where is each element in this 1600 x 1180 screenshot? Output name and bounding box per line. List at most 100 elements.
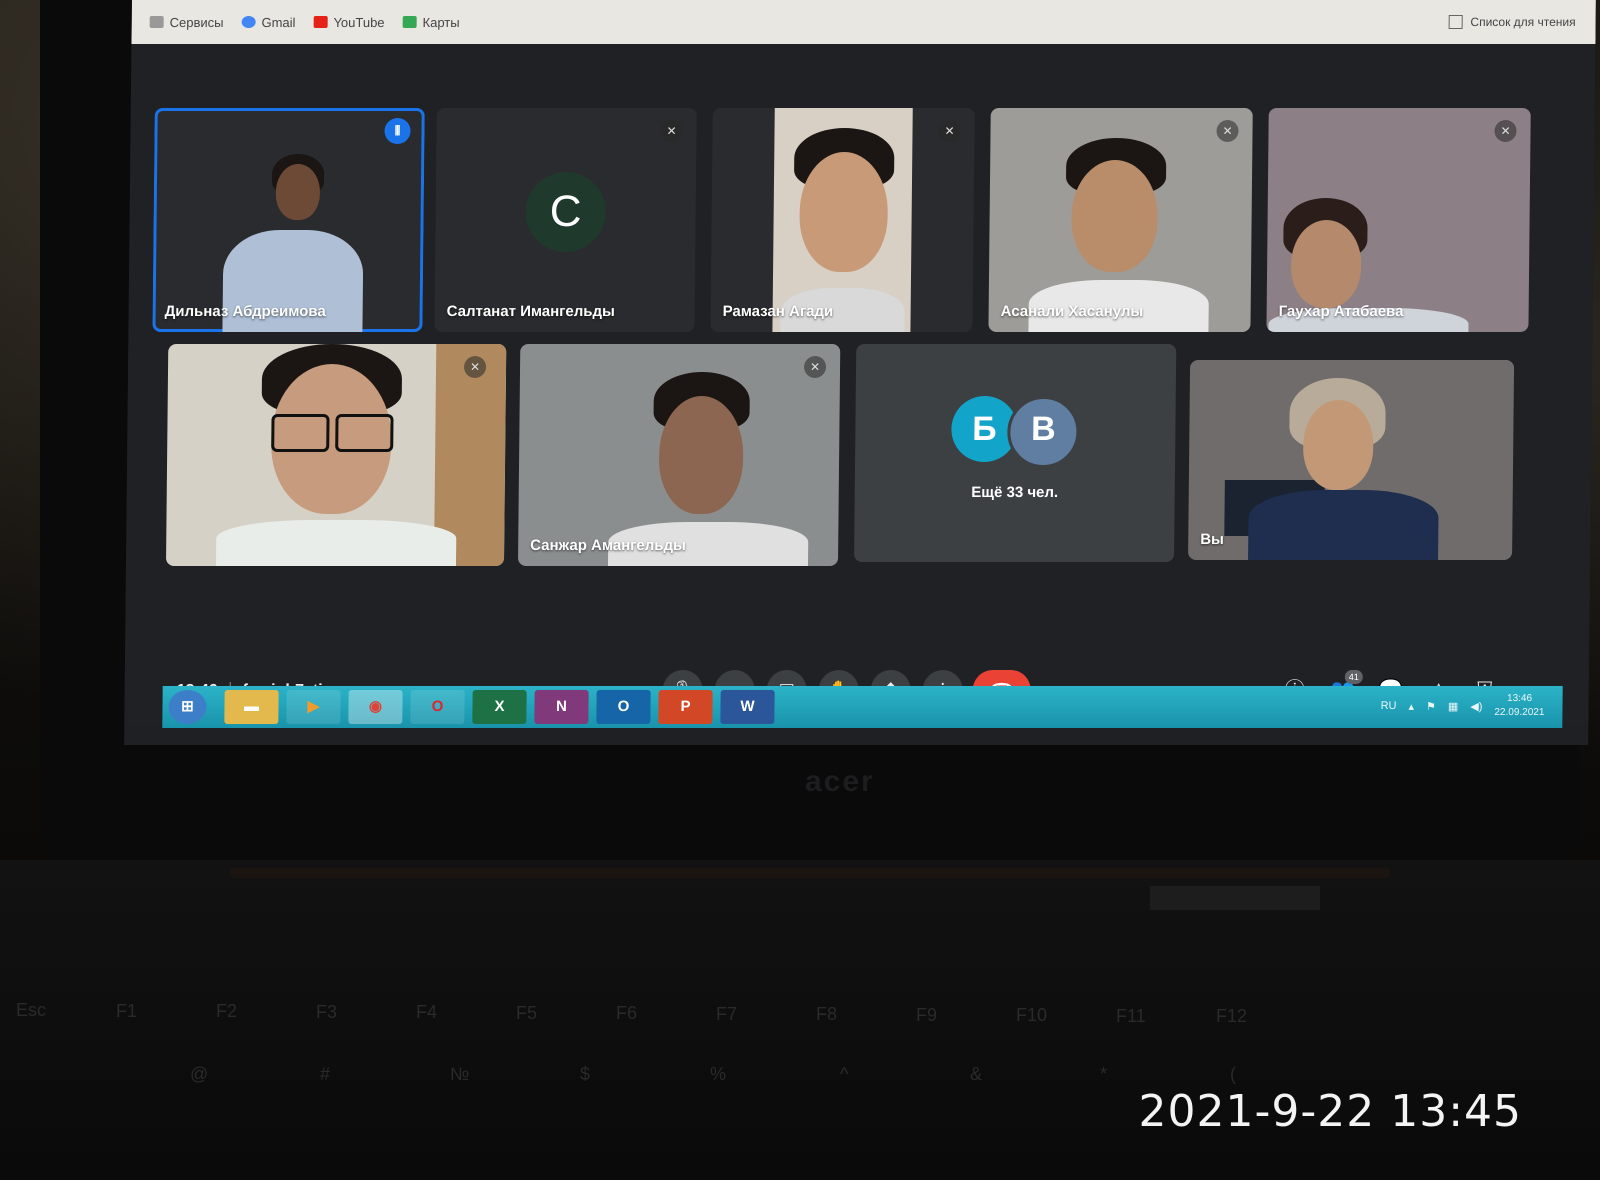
- avatar: В: [1006, 396, 1080, 468]
- participant-name: Гаухар Атабаева: [1278, 303, 1404, 320]
- onenote-icon: N: [555, 698, 568, 715]
- volume-icon[interactable]: ◀): [1470, 700, 1482, 713]
- laptop-logo: acer: [805, 765, 875, 798]
- tray-clock[interactable]: 13:46 22.09.2021: [1494, 692, 1544, 720]
- mic-off-icon: ✕: [660, 120, 683, 142]
- key-symbol: %: [710, 1064, 727, 1084]
- youtube-icon: [313, 16, 328, 28]
- key-f5: F5: [516, 1002, 538, 1023]
- excel-taskbar-button[interactable]: X: [472, 690, 527, 724]
- opera-icon: O: [431, 698, 444, 715]
- hinge: [230, 868, 1390, 878]
- chrome-icon: ◉: [368, 698, 383, 715]
- bookmark-youtube[interactable]: YouTube: [313, 14, 385, 30]
- participant-tile[interactable]: С ✕ Салтанат Имангельды: [434, 108, 697, 332]
- laptop-bezel: Сервисы Gmail YouTube Карты Список для ч…: [40, 0, 1596, 860]
- participant-tile[interactable]: ✕ Асанали Хасанулы: [988, 108, 1253, 332]
- reading-list-label: Список для чтения: [1470, 15, 1576, 29]
- powerpoint-taskbar-button[interactable]: P: [658, 690, 713, 724]
- windows-taskbar: ⊞ ▬ ▶ ◉ O X N O P W RU ▴ ⚑ ▦ ◀) 13:46 22…: [162, 686, 1563, 728]
- folder-icon: ▬: [243, 698, 260, 715]
- google-g-icon: [241, 16, 256, 28]
- mic-off-icon: ✕: [1216, 120, 1239, 142]
- key-symbol: &: [970, 1064, 983, 1084]
- bookmark-label: Карты: [422, 14, 460, 30]
- word-taskbar-button[interactable]: W: [720, 690, 775, 724]
- key-symbol: №: [450, 1064, 470, 1084]
- participant-name: Санжар Амангельды: [530, 537, 686, 554]
- key-f11: F11: [1116, 1005, 1146, 1026]
- key-f6: F6: [616, 1003, 638, 1023]
- key-f12: F12: [1216, 1006, 1248, 1026]
- key-symbol: $: [580, 1064, 591, 1084]
- explorer-taskbar-button[interactable]: ▬: [224, 690, 279, 724]
- participant-tile[interactable]: ✕ Санжар Амангельды: [517, 344, 841, 566]
- participant-count-badge: 41: [1344, 670, 1363, 684]
- key-f8: F8: [816, 1004, 838, 1024]
- participant-tile[interactable]: ✕: [165, 344, 507, 566]
- reading-list-button[interactable]: Список для чтения: [1448, 15, 1576, 29]
- bookmark-label: YouTube: [333, 14, 385, 30]
- key-esc: Esc: [16, 1000, 47, 1020]
- onenote-taskbar-button[interactable]: N: [534, 690, 589, 724]
- tray-date: 22.09.2021: [1494, 707, 1545, 718]
- participant-name: Рамазан Агади: [722, 303, 834, 320]
- more-participants-tile[interactable]: Б В Ещё 33 чел.: [854, 344, 1177, 562]
- meet-stage: ⦀ Дильназ Абдреимова С ✕ Салтанат Иманге…: [124, 44, 1596, 724]
- flag-icon[interactable]: ⚑: [1426, 700, 1436, 713]
- key-f3: F3: [316, 1001, 338, 1022]
- laptop-screen: Сервисы Gmail YouTube Карты Список для ч…: [124, 0, 1596, 745]
- outlook-taskbar-button[interactable]: O: [596, 690, 651, 724]
- key-f7: F7: [716, 1003, 738, 1024]
- network-icon[interactable]: ▦: [1448, 700, 1459, 713]
- reading-list-icon: [1448, 15, 1463, 29]
- word-icon: W: [740, 698, 755, 715]
- mic-off-icon: ✕: [463, 356, 487, 378]
- key-f1: F1: [116, 1000, 138, 1021]
- participant-name: Дильназ Абдреимова: [164, 303, 326, 320]
- chrome-taskbar-button[interactable]: ◉: [348, 690, 403, 724]
- key-f2: F2: [216, 1001, 238, 1021]
- more-participants-avatars: Б В: [951, 396, 1080, 468]
- mic-off-icon: ✕: [803, 356, 827, 378]
- bookmark-services[interactable]: Сервисы: [149, 14, 224, 30]
- maps-icon: [402, 16, 417, 28]
- photo-timestamp: 2021-9-22 13:45: [1138, 1086, 1522, 1137]
- tray-arrow-icon[interactable]: ▴: [1408, 700, 1414, 713]
- outlook-icon: O: [617, 698, 630, 715]
- bookmarks-bar: Сервисы Gmail YouTube Карты Список для ч…: [131, 0, 1596, 44]
- key-symbol: *: [1100, 1064, 1108, 1084]
- apps-grid-icon: [149, 16, 164, 28]
- excel-icon: X: [494, 698, 505, 715]
- play-icon: ▶: [307, 698, 320, 715]
- participant-tile[interactable]: ✕ Гаухар Атабаева: [1266, 108, 1531, 332]
- participant-tile[interactable]: ⦀ Дильназ Абдреимова: [152, 108, 425, 332]
- key-symbol: (: [1230, 1064, 1236, 1084]
- tray-time: 13:46: [1506, 693, 1533, 704]
- language-indicator[interactable]: RU: [1381, 700, 1397, 712]
- windows-logo-icon: ⊞: [181, 698, 194, 715]
- bookmark-maps[interactable]: Карты: [402, 14, 460, 30]
- participant-tile[interactable]: ✕ Рамазан Агади: [710, 108, 975, 332]
- system-tray: RU ▴ ⚑ ▦ ◀) 13:46 22.09.2021: [1380, 692, 1545, 720]
- opera-taskbar-button[interactable]: O: [410, 690, 465, 724]
- powerpoint-icon: P: [680, 698, 691, 715]
- participant-name: Вы: [1200, 531, 1224, 548]
- start-button[interactable]: ⊞: [168, 690, 207, 724]
- key-symbol: ^: [840, 1064, 849, 1084]
- participant-name: Асанали Хасанулы: [1000, 303, 1144, 320]
- participant-name: Салтанат Имангельды: [446, 303, 615, 320]
- self-view-tile[interactable]: Вы: [1188, 360, 1515, 560]
- avatar: С: [525, 172, 607, 252]
- key-f9: F9: [916, 1004, 938, 1025]
- mic-off-icon: ✕: [1494, 120, 1517, 142]
- bookmark-gmail[interactable]: Gmail: [241, 15, 296, 30]
- key-symbol: @: [190, 1064, 209, 1084]
- speaking-indicator-icon: ⦀: [384, 118, 411, 144]
- media-player-taskbar-button[interactable]: ▶: [286, 690, 341, 724]
- mic-off-icon: ✕: [938, 120, 961, 142]
- key-f10: F10: [1016, 1005, 1048, 1025]
- more-participants-label: Ещё 33 чел.: [971, 484, 1059, 501]
- key-f4: F4: [416, 1002, 438, 1022]
- bookmark-label: Сервисы: [169, 14, 224, 30]
